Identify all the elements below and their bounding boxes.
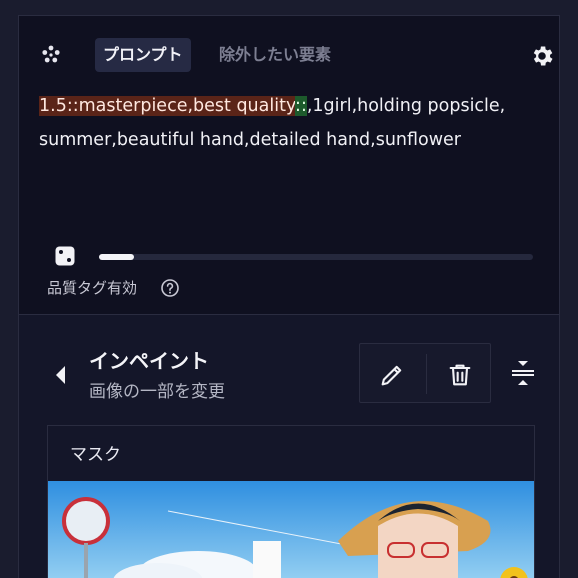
slider-track[interactable] (99, 254, 533, 260)
inpaint-tool-group (359, 343, 491, 403)
slider-fill (99, 254, 134, 260)
trash-icon[interactable] (446, 361, 474, 389)
flower-icon (42, 45, 60, 63)
chevron-left-icon[interactable] (53, 363, 69, 387)
dice-icon[interactable] (53, 244, 77, 268)
mask-label: マスク (70, 445, 121, 465)
prompt-panel: プロンプト 除外したい要素 1.5::masterpiece,best qual… (18, 15, 560, 315)
mask-card: マスク (47, 425, 535, 578)
prompt-segment-weight-close: :: (295, 96, 307, 116)
gear-icon[interactable] (529, 43, 555, 69)
help-circle-icon[interactable] (160, 278, 180, 298)
prompt-text[interactable]: 1.5::masterpiece,best quality::,1girl,ho… (39, 89, 539, 157)
mask-preview-illustration (48, 481, 534, 578)
prompt-header: プロンプト 除外したい要素 (39, 38, 553, 72)
pencil-icon[interactable] (378, 361, 406, 389)
inpaint-panel: インペイント 画像の一部を変更 マスク (18, 315, 560, 578)
collapse-vertical-icon[interactable] (509, 358, 537, 388)
inpaint-subtitle: 画像の一部を変更 (89, 382, 225, 402)
mask-canvas-image[interactable] (48, 481, 534, 578)
inpaint-title: インペイント (89, 349, 209, 373)
tab-prompt[interactable]: プロンプト (95, 38, 191, 72)
prompt-segment-weighted: 1.5::masterpiece,best quality (39, 96, 296, 116)
quality-tag-label: 品質タグ有効 (47, 279, 138, 297)
tool-separator (426, 354, 427, 394)
app-frame: プロンプト 除外したい要素 1.5::masterpiece,best qual… (0, 0, 578, 578)
tab-negative-prompt[interactable]: 除外したい要素 (219, 38, 331, 72)
